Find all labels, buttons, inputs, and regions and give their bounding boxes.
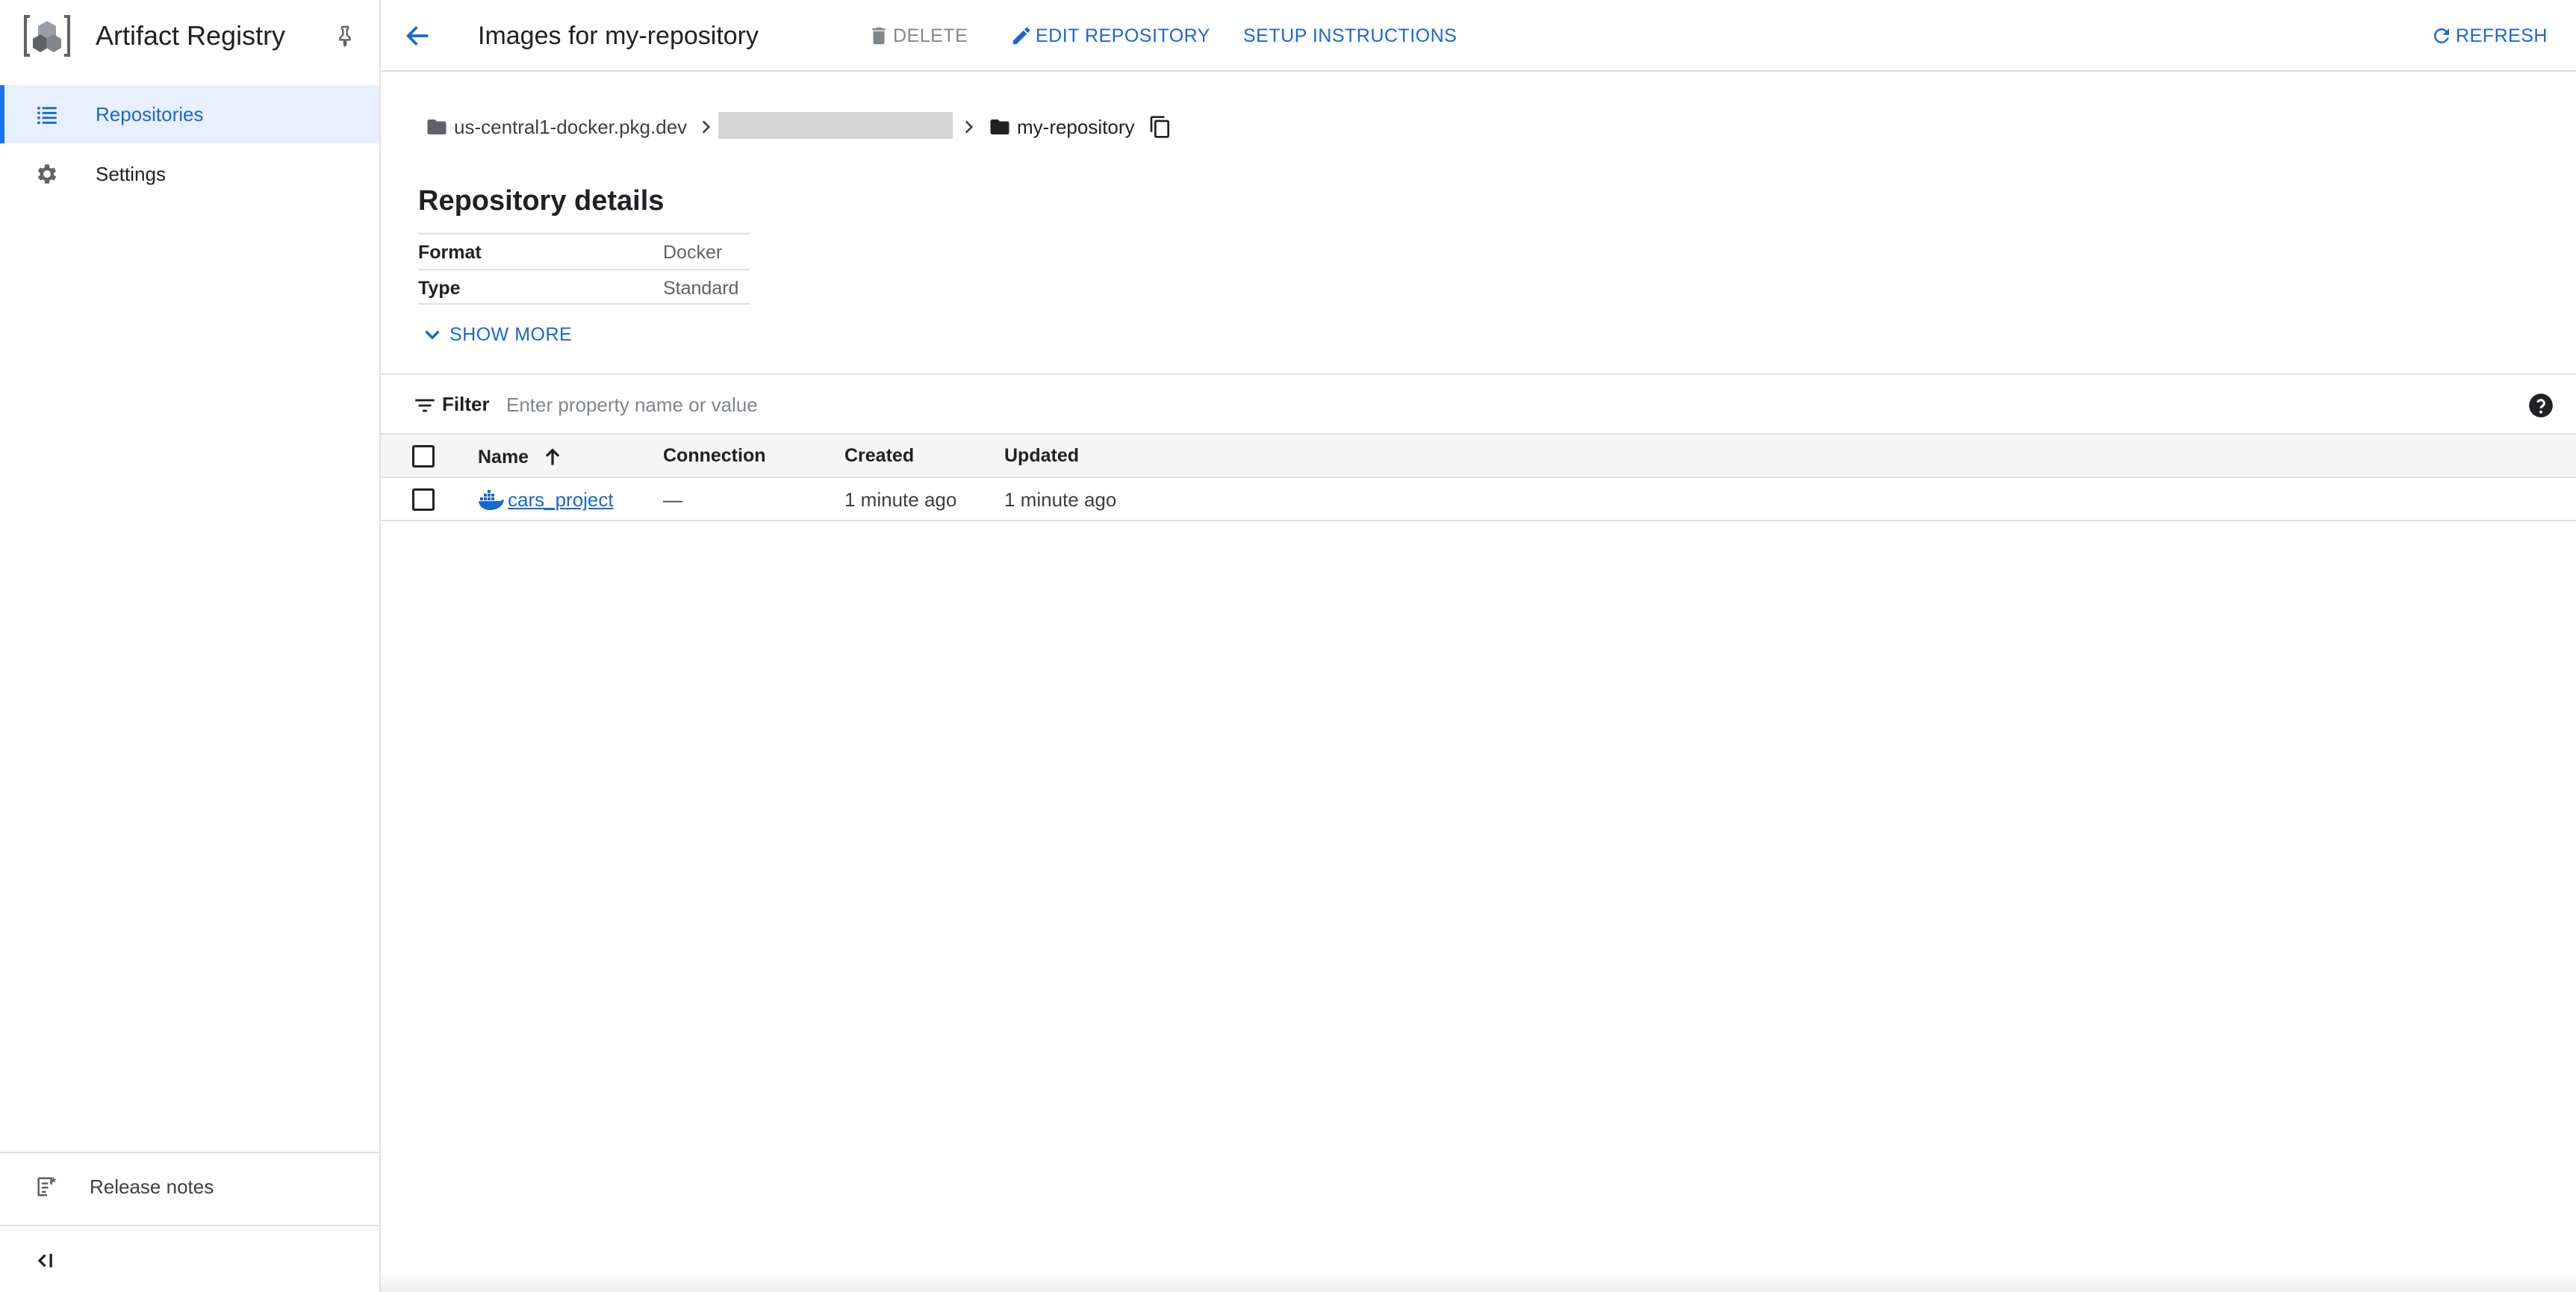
details-value: Standard — [663, 278, 739, 299]
artifact-registry-app: Artifact Registry Repositories Settings … — [0, 0, 2576, 1292]
trash-icon — [872, 27, 886, 45]
filter-icon — [415, 399, 435, 412]
list-icon — [37, 107, 57, 125]
top-bar: Images for my-repository DELETE EDIT REP… — [381, 0, 2576, 72]
select-all-checkbox[interactable] — [412, 445, 435, 468]
sidebar-item-repositories[interactable]: Repositories — [0, 85, 379, 143]
sidebar-item-label: Settings — [96, 163, 166, 185]
column-header-name[interactable]: Name — [478, 445, 564, 469]
page-title: Images for my-repository — [478, 22, 759, 50]
filter-bar: Filter — [381, 373, 2576, 435]
folder-icon — [427, 119, 447, 134]
details-value: Docker — [663, 242, 723, 263]
chevron-right-icon — [965, 120, 974, 134]
table-row: cars_project — 1 minute ago 1 minute ago — [381, 478, 2576, 521]
repository-details-title: Repository details — [418, 185, 665, 217]
sidebar-header: Artifact Registry — [0, 0, 379, 72]
show-more-button[interactable]: SHOW MORE — [420, 321, 572, 348]
sidebar-divider — [0, 1225, 379, 1226]
edit-repository-button[interactable]: EDIT REPOSITORY — [1010, 22, 1210, 49]
pin-icon[interactable] — [333, 22, 357, 49]
refresh-label: REFRESH — [2456, 25, 2548, 46]
details-key: Type — [418, 278, 461, 299]
column-header-label: Name — [478, 446, 529, 468]
breadcrumb-host[interactable]: us-central1-docker.pkg.dev — [426, 112, 687, 142]
folder-icon — [990, 119, 1009, 134]
delete-button[interactable]: DELETE — [868, 22, 968, 49]
row-checkbox[interactable] — [412, 488, 435, 511]
chevron-right-icon — [702, 120, 711, 134]
refresh-button[interactable]: REFRESH — [2430, 22, 2548, 49]
details-key: Format — [418, 242, 482, 263]
breadcrumb-repository: my-repository — [989, 112, 1134, 142]
bottom-shadow — [381, 1270, 2576, 1292]
copy-icon[interactable] — [1148, 115, 1172, 139]
help-icon[interactable] — [2527, 391, 2555, 420]
image-name-cell: cars_project — [478, 488, 614, 512]
chevron-down-icon — [425, 330, 440, 340]
artifact-registry-logo-icon — [24, 15, 70, 57]
product-title: Artifact Registry — [96, 20, 286, 51]
sidebar: Artifact Registry Repositories Settings … — [0, 0, 381, 1292]
updated-cell: 1 minute ago — [1004, 488, 1117, 511]
connection-cell: — — [663, 488, 682, 511]
filter-input[interactable] — [506, 388, 2373, 421]
image-link[interactable]: cars_project — [508, 488, 614, 512]
collapse-sidebar-icon[interactable] — [33, 1247, 60, 1274]
sidebar-divider — [0, 1152, 379, 1153]
docker-icon — [479, 489, 504, 510]
edit-repository-label: EDIT REPOSITORY — [1036, 25, 1210, 46]
pencil-icon — [1012, 27, 1030, 45]
setup-instructions-label: SETUP INSTRUCTIONS — [1243, 25, 1457, 46]
table-header: Name Connection Created Updated — [381, 435, 2576, 478]
breadcrumb-host-label: us-central1-docker.pkg.dev — [454, 115, 688, 138]
refresh-icon — [2433, 28, 2449, 43]
details-row-format: Format Docker — [418, 233, 750, 269]
back-arrow-icon[interactable] — [403, 21, 433, 51]
show-more-label: SHOW MORE — [449, 323, 573, 345]
details-row-type: Type Standard — [418, 269, 750, 305]
setup-instructions-button[interactable]: SETUP INSTRUCTIONS — [1243, 22, 1457, 49]
breadcrumb-project-redacted[interactable] — [718, 112, 953, 139]
sidebar-item-label: Repositories — [96, 103, 204, 125]
sidebar-item-release-notes[interactable]: Release notes — [0, 1158, 379, 1216]
created-cell: 1 minute ago — [844, 488, 957, 511]
filter-label: Filter — [442, 393, 490, 415]
breadcrumb-repository-label: my-repository — [1017, 115, 1135, 138]
column-header-updated[interactable]: Updated — [1004, 445, 1079, 467]
arrow-up-sort-icon — [545, 448, 560, 465]
sidebar-item-label: Release notes — [90, 1175, 214, 1198]
repository-details-table: Format Docker Type Standard — [418, 233, 750, 305]
column-header-connection[interactable]: Connection — [663, 445, 766, 467]
release-notes-icon — [37, 1176, 57, 1196]
sidebar-item-settings[interactable]: Settings — [0, 145, 379, 203]
gear-icon — [37, 164, 57, 184]
breadcrumb: us-central1-docker.pkg.dev my-repository — [426, 112, 1247, 142]
column-header-created[interactable]: Created — [844, 445, 914, 467]
delete-label: DELETE — [893, 25, 968, 46]
